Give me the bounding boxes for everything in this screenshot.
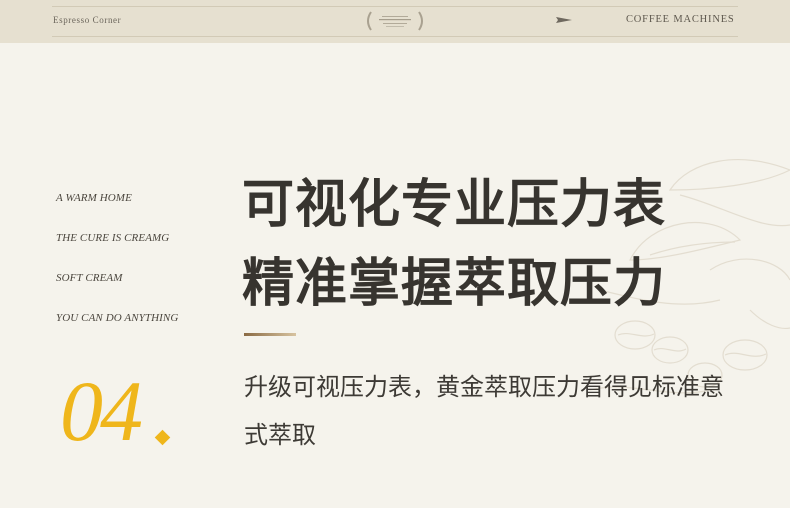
brand-name[interactable]: Espresso Corner — [53, 15, 121, 25]
arrow-right-icon — [556, 17, 572, 23]
tagline-item: A WARM HOME — [56, 192, 132, 204]
headline-line-1: 可视化专业压力表 — [242, 177, 667, 234]
laurel-emblem-icon — [367, 11, 423, 31]
header-rule-top — [52, 6, 738, 7]
section-number: 04 — [60, 363, 143, 459]
top-header: Espresso Corner COFFEE MACHINES — [0, 0, 790, 43]
tagline-item: SOFT CREAM — [56, 272, 123, 284]
nav-coffee-machines[interactable]: COFFEE MACHINES — [626, 14, 735, 25]
header-rule-bottom — [52, 36, 738, 37]
headline: 可视化专业压力表 精准掌握萃取压力 — [242, 166, 762, 324]
tagline-list: A WARM HOME THE CURE IS CREAMG SOFT CREA… — [56, 192, 178, 352]
headline-line-2: 精准掌握萃取压力 — [242, 256, 667, 313]
tagline-item: THE CURE IS CREAMG — [56, 232, 170, 244]
tagline-item: YOU CAN DO ANYTHING — [56, 312, 179, 324]
diamond-icon — [154, 429, 171, 446]
accent-divider — [244, 333, 296, 336]
feature-description: 升级可视压力表，黄金萃取压力看得见标准意式萃取 — [244, 375, 724, 449]
